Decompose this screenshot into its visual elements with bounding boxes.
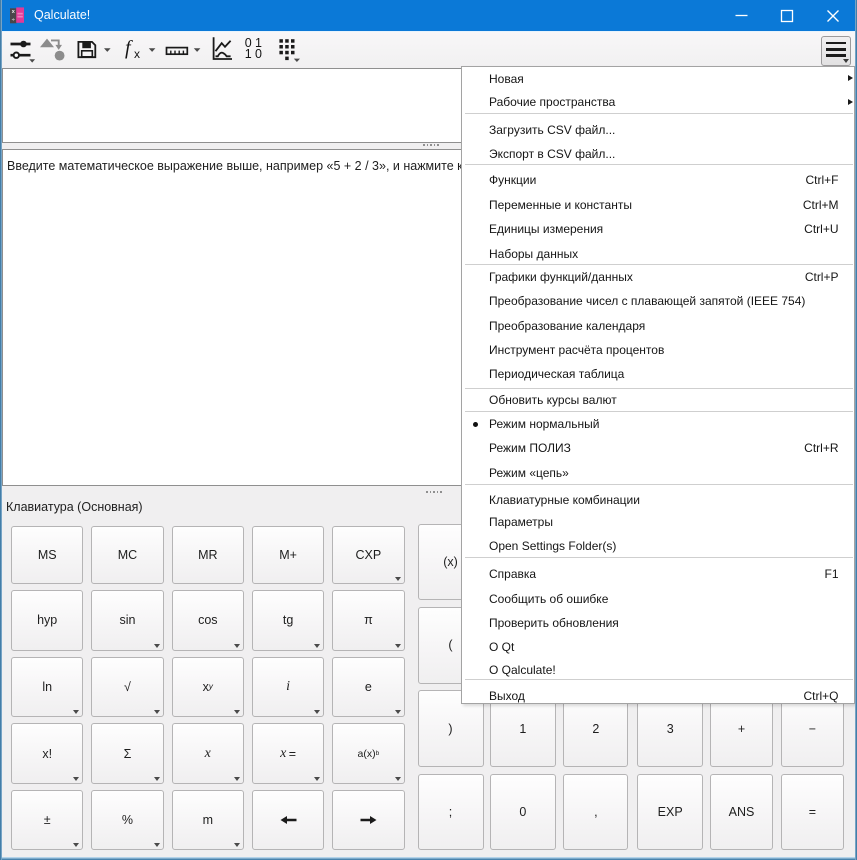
svg-text:÷: ÷: [12, 17, 15, 23]
